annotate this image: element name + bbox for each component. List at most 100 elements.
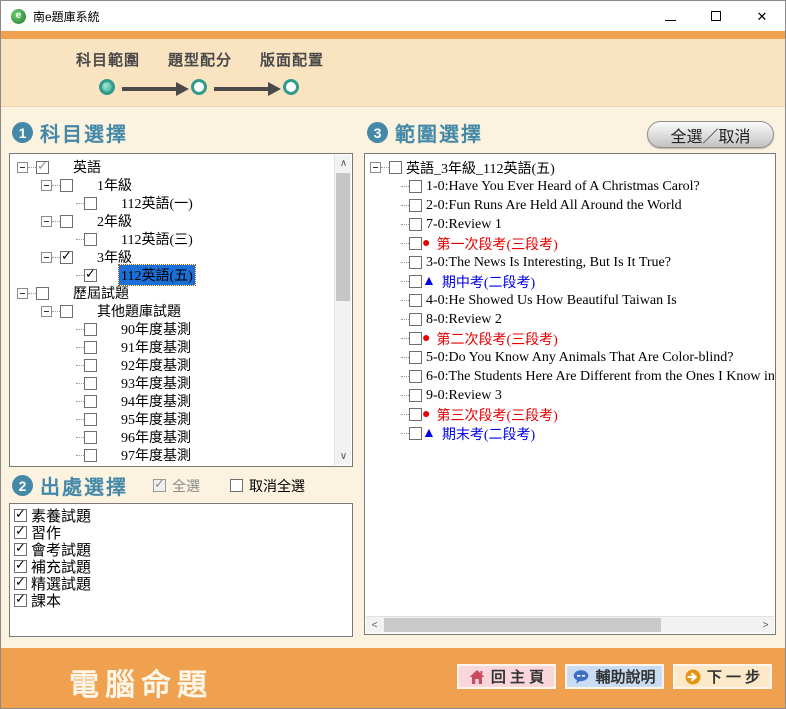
- tree-checkbox[interactable]: [60, 215, 73, 228]
- expander-minus-icon[interactable]: [370, 162, 381, 173]
- tree-checkbox[interactable]: [409, 370, 422, 383]
- source-list-item[interactable]: 課本: [14, 592, 350, 609]
- source-checkbox[interactable]: [14, 560, 27, 573]
- tree-item-label[interactable]: 91年度基測: [121, 337, 191, 357]
- scrollbar-thumb[interactable]: [336, 173, 350, 301]
- tree-item-label[interactable]: 112英語(五): [119, 265, 195, 285]
- home-button[interactable]: 回 主 頁: [457, 664, 556, 689]
- range-tree-scrollbar[interactable]: < >: [366, 616, 774, 633]
- tree-item-label[interactable]: 英語_3年級_112英語(五): [406, 158, 555, 178]
- tree-item-label[interactable]: 92年度基測: [121, 355, 191, 375]
- tree-checkbox[interactable]: [84, 413, 97, 426]
- tree-item-label[interactable]: 歷屆試題: [73, 283, 129, 303]
- tree-item-label[interactable]: 112英語(一): [121, 193, 193, 213]
- source-checkbox[interactable]: [14, 594, 27, 607]
- tree-item-label[interactable]: 95年度基測: [121, 409, 191, 429]
- tree-connector: [401, 262, 409, 263]
- tree-item-label[interactable]: 第一次段考(三段考): [436, 234, 557, 254]
- tree-item-label[interactable]: 1-0:Have You Ever Heard of A Christmas C…: [426, 179, 700, 195]
- tree-item-label[interactable]: 94年度基測: [121, 391, 191, 411]
- next-arrow-icon: [685, 669, 701, 685]
- expander-minus-icon[interactable]: [41, 216, 52, 227]
- tree-item-label[interactable]: 112英語(三): [121, 229, 193, 249]
- tree-item-label[interactable]: 6-0:The Students Here Are Different from…: [426, 369, 774, 385]
- close-button[interactable]: ✕: [739, 1, 785, 31]
- tree-checkbox[interactable]: [409, 180, 422, 193]
- tree-checkbox[interactable]: [84, 359, 97, 372]
- minimize-button[interactable]: [647, 1, 693, 31]
- tree-checkbox[interactable]: [409, 313, 422, 326]
- tree-item-label[interactable]: 1年級: [97, 175, 132, 195]
- source-checkbox[interactable]: [14, 509, 27, 522]
- tree-item-label[interactable]: 97年度基測: [121, 445, 191, 465]
- expander-minus-icon[interactable]: [17, 162, 28, 173]
- maximize-button[interactable]: [693, 1, 739, 31]
- next-button[interactable]: 下 一 步: [673, 664, 772, 689]
- tree-item-label[interactable]: 90年度基測: [121, 319, 191, 339]
- scroll-down-icon[interactable]: ∨: [335, 448, 352, 465]
- tree-checkbox[interactable]: [84, 269, 97, 282]
- tree-checkbox[interactable]: [84, 431, 97, 444]
- tree-item-label[interactable]: 其他題庫試題: [97, 301, 181, 321]
- tree-checkbox[interactable]: [60, 251, 73, 264]
- scroll-right-icon[interactable]: >: [757, 617, 774, 634]
- tree-item-label[interactable]: 期末考(二段考): [442, 424, 535, 444]
- tree-item-label[interactable]: 2-0:Fun Runs Are Held All Around the Wor…: [426, 198, 682, 214]
- tree-checkbox[interactable]: [409, 332, 422, 345]
- help-button[interactable]: 輔助說明: [565, 664, 664, 689]
- select-all-checkbox[interactable]: [153, 479, 166, 492]
- tree-item-label[interactable]: 7-0:Review 1: [426, 217, 502, 233]
- tree-checkbox[interactable]: [84, 233, 97, 246]
- tree-checkbox[interactable]: [36, 161, 49, 174]
- tree-item-label[interactable]: 8-0:Review 2: [426, 312, 502, 328]
- tree-item-label[interactable]: 3-0:The News Is Interesting, But Is It T…: [426, 255, 671, 271]
- expander-minus-icon[interactable]: [41, 180, 52, 191]
- tree-item-label[interactable]: 3年級: [97, 247, 132, 267]
- tree-checkbox[interactable]: [84, 377, 97, 390]
- scroll-left-icon[interactable]: <: [366, 617, 383, 634]
- tree-checkbox[interactable]: [36, 287, 49, 300]
- tree-checkbox[interactable]: [409, 294, 422, 307]
- scrollbar-thumb[interactable]: [384, 618, 661, 632]
- tree-item-label[interactable]: 4-0:He Showed Us How Beautiful Taiwan Is: [426, 293, 677, 309]
- source-list-item[interactable]: 精選試題: [14, 575, 350, 592]
- tree-checkbox[interactable]: [409, 351, 422, 364]
- tree-checkbox[interactable]: [409, 389, 422, 402]
- expander-minus-icon[interactable]: [41, 306, 52, 317]
- tree-checkbox[interactable]: [409, 408, 422, 421]
- tree-item-label[interactable]: 5-0:Do You Know Any Animals That Are Col…: [426, 350, 733, 366]
- toggle-all-button[interactable]: 全選／取消: [647, 121, 774, 148]
- tree-checkbox[interactable]: [84, 449, 97, 462]
- scroll-up-icon[interactable]: ∧: [335, 155, 352, 172]
- deselect-all-checkbox[interactable]: [230, 479, 243, 492]
- expander-minus-icon[interactable]: [17, 288, 28, 299]
- source-checkbox[interactable]: [14, 543, 27, 556]
- subject-tree-scrollbar[interactable]: ∧ ∨: [334, 155, 351, 465]
- tree-checkbox[interactable]: [409, 275, 422, 288]
- tree-checkbox[interactable]: [84, 323, 97, 336]
- tree-checkbox[interactable]: [409, 427, 422, 440]
- tree-checkbox[interactable]: [60, 305, 73, 318]
- tree-checkbox[interactable]: [409, 256, 422, 269]
- tree-item-label[interactable]: 期中考(二段考): [442, 272, 535, 292]
- tree-checkbox[interactable]: [84, 341, 97, 354]
- tree-checkbox[interactable]: [84, 197, 97, 210]
- tree-checkbox[interactable]: [84, 395, 97, 408]
- source-checkbox[interactable]: [14, 577, 27, 590]
- tree-item-label[interactable]: 96年度基測: [121, 427, 191, 447]
- tree-item-label[interactable]: 第二次段考(三段考): [436, 329, 557, 349]
- source-list-item[interactable]: 素養試題: [14, 507, 350, 524]
- tree-checkbox[interactable]: [409, 199, 422, 212]
- tree-item-label[interactable]: 2年級: [97, 211, 132, 231]
- app-icon: e: [11, 9, 26, 24]
- tree-checkbox[interactable]: [60, 179, 73, 192]
- tree-row: 112英語(一): [11, 194, 334, 212]
- source-checkbox[interactable]: [14, 526, 27, 539]
- tree-item-label[interactable]: 9-0:Review 3: [426, 388, 502, 404]
- expander-minus-icon[interactable]: [41, 252, 52, 263]
- tree-item-label[interactable]: 第三次段考(三段考): [436, 405, 557, 425]
- tree-checkbox[interactable]: [409, 218, 422, 231]
- tree-checkbox[interactable]: [389, 161, 402, 174]
- tree-item-label[interactable]: 93年度基測: [121, 373, 191, 393]
- tree-checkbox[interactable]: [409, 237, 422, 250]
